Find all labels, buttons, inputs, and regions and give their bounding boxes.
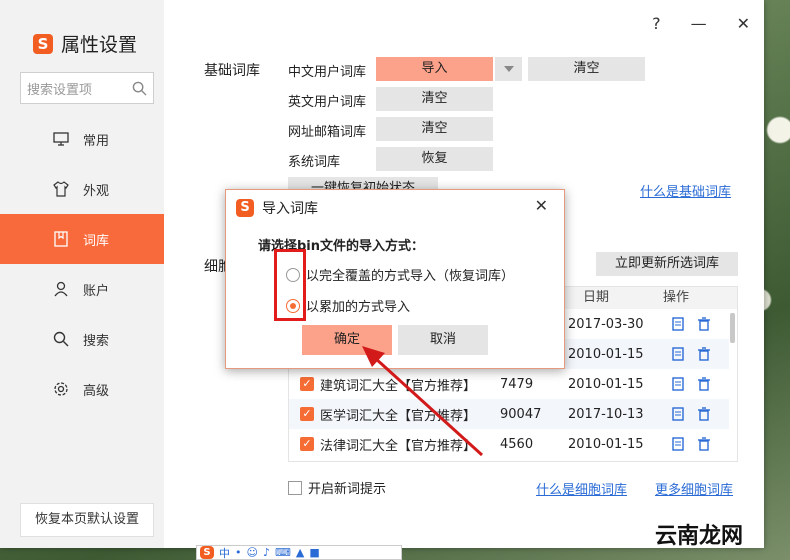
sogou-logo-icon: S xyxy=(236,199,254,217)
ime-taskbar: S 中 • ☺ ♪ ⌨ ▲ ■ xyxy=(196,545,402,560)
table-row: ✓ 法律词汇大全【官方推荐】 4560 2010-01-15 xyxy=(289,429,729,459)
what-is-cell-dict-link[interactable]: 什么是细胞词库 xyxy=(536,479,627,498)
skin-icon[interactable]: ▲ xyxy=(296,546,304,559)
monitor-icon xyxy=(53,132,69,146)
new-word-hint[interactable]: 开启新词提示 xyxy=(288,478,386,497)
option-overwrite[interactable]: 以完全覆盖的方式导入（恢复词库） xyxy=(286,265,514,284)
chinese-user-dict-label: 中文用户词库 xyxy=(288,65,367,80)
row-checkbox[interactable]: ✓ xyxy=(300,377,314,391)
dialog-close-button[interactable]: ✕ xyxy=(535,196,548,215)
sidebar-item-label: 常用 xyxy=(83,133,110,149)
row-date: 2017-10-13 xyxy=(568,406,644,422)
restore-defaults-button[interactable]: 恢复本页默认设置 xyxy=(20,503,154,537)
scrollbar-thumb[interactable] xyxy=(730,313,735,343)
punctuation-icon[interactable]: • xyxy=(235,546,242,559)
sogou-logo-icon: S xyxy=(200,546,214,559)
trash-icon[interactable] xyxy=(698,317,710,331)
basic-dictionary-label: 基础词库 xyxy=(204,63,260,79)
table-row: ✓ 建筑词汇大全【官方推荐】 7479 2010-01-15 xyxy=(289,369,729,399)
row-name: 建筑词汇大全【官方推荐】 xyxy=(320,378,477,394)
dialog-title: S 导入词库 xyxy=(236,198,318,218)
sidebar-item-label: 词库 xyxy=(83,233,110,249)
user-icon xyxy=(54,281,68,297)
highlight-box xyxy=(274,249,306,321)
trash-icon[interactable] xyxy=(698,407,710,421)
app-title: 属性设置 xyxy=(61,34,138,56)
row-name: 法律词汇大全【官方推荐】 xyxy=(320,438,477,454)
sogou-logo-icon: S xyxy=(33,33,53,54)
sidebar-item-advanced[interactable]: 高级 xyxy=(0,364,164,414)
edit-icon[interactable] xyxy=(672,377,684,391)
row-name: 医学词汇大全【官方推荐】 xyxy=(320,408,477,424)
column-op: 操作 xyxy=(663,290,690,305)
search-input[interactable]: 搜索设置项 xyxy=(20,72,154,104)
new-word-label: 开启新词提示 xyxy=(308,482,387,497)
sidebar-item-account[interactable]: 账户 xyxy=(0,264,164,314)
option-append-label: 以累加的方式导入 xyxy=(306,300,411,315)
toolbox-icon[interactable]: ■ xyxy=(309,546,319,559)
row-date: 2017-03-30 xyxy=(568,316,644,332)
edit-icon[interactable] xyxy=(672,407,684,421)
titlebar-controls: ? — ✕ xyxy=(652,14,764,33)
system-dict-label: 系统词库 xyxy=(288,155,341,170)
close-button[interactable]: ✕ xyxy=(737,14,750,33)
what-is-basic-dict-link[interactable]: 什么是基础词库 xyxy=(640,181,731,200)
row-checkbox[interactable]: ✓ xyxy=(300,437,314,451)
sidebar-item-dictionary[interactable]: 词库 xyxy=(0,214,164,264)
shirt-icon xyxy=(53,181,69,197)
row-count: 7479 xyxy=(500,376,534,392)
help-button[interactable]: ? xyxy=(652,14,661,33)
watermark-site: 云南龙网 xyxy=(655,524,744,549)
clear-english-button[interactable]: 清空 xyxy=(376,87,493,111)
table-row: ✓ 医学词汇大全【官方推荐】 90047 2017-10-13 xyxy=(289,399,729,429)
row-date: 2010-01-15 xyxy=(568,436,644,452)
new-word-checkbox[interactable] xyxy=(288,480,302,495)
ime-mode[interactable]: 中 xyxy=(219,546,230,560)
row-count: 90047 xyxy=(500,406,542,422)
row-date: 2010-01-15 xyxy=(568,376,644,392)
sidebar: S 属性设置 搜索设置项 常用 外观 词库 账户 搜索 高级 恢复本页默认设置 xyxy=(0,0,164,548)
ok-button[interactable]: 确定 xyxy=(302,325,392,355)
row-count: 4560 xyxy=(500,436,534,452)
sidebar-item-common[interactable]: 常用 xyxy=(0,114,164,164)
search-icon xyxy=(132,81,147,96)
sidebar-item-label: 账户 xyxy=(83,283,110,299)
dictionary-icon xyxy=(54,231,68,247)
emoji-icon[interactable]: ☺ xyxy=(247,546,258,559)
sidebar-nav: 常用 外观 词库 账户 搜索 高级 xyxy=(0,114,164,414)
url-email-dict-label: 网址邮箱词库 xyxy=(288,125,367,140)
minimize-button[interactable]: — xyxy=(691,14,707,33)
trash-icon[interactable] xyxy=(698,437,710,451)
english-user-dict-label: 英文用户词库 xyxy=(288,95,367,110)
search-icon xyxy=(53,331,69,347)
sidebar-item-label: 搜索 xyxy=(83,333,110,349)
gear-icon xyxy=(54,382,68,396)
import-button[interactable]: 导入 xyxy=(376,57,493,81)
edit-icon[interactable] xyxy=(672,437,684,451)
edit-icon[interactable] xyxy=(672,347,684,361)
sidebar-item-search[interactable]: 搜索 xyxy=(0,314,164,364)
mic-icon[interactable]: ♪ xyxy=(263,546,270,559)
option-overwrite-label: 以完全覆盖的方式导入（恢复词库） xyxy=(306,269,515,284)
search-placeholder: 搜索设置项 xyxy=(27,82,93,98)
sidebar-item-label: 高级 xyxy=(83,383,110,399)
sidebar-item-label: 外观 xyxy=(83,183,110,199)
edit-icon[interactable] xyxy=(672,317,684,331)
keyboard-icon[interactable]: ⌨ xyxy=(275,546,291,559)
trash-icon[interactable] xyxy=(698,377,710,391)
row-date: 2010-01-15 xyxy=(568,346,644,362)
dialog-title-text: 导入词库 xyxy=(262,201,318,217)
sidebar-item-appearance[interactable]: 外观 xyxy=(0,164,164,214)
import-dropdown-button[interactable] xyxy=(495,57,522,81)
app-logo: S 属性设置 xyxy=(33,30,137,57)
clear-url-button[interactable]: 清空 xyxy=(376,117,493,141)
trash-icon[interactable] xyxy=(698,347,710,361)
chevron-down-icon xyxy=(503,66,514,72)
clear-chinese-button[interactable]: 清空 xyxy=(528,57,645,81)
column-date: 日期 xyxy=(583,290,610,305)
row-checkbox[interactable]: ✓ xyxy=(300,407,314,421)
restore-system-button[interactable]: 恢复 xyxy=(376,147,493,171)
cancel-button[interactable]: 取消 xyxy=(398,325,488,355)
update-selected-button[interactable]: 立即更新所选词库 xyxy=(596,252,738,276)
